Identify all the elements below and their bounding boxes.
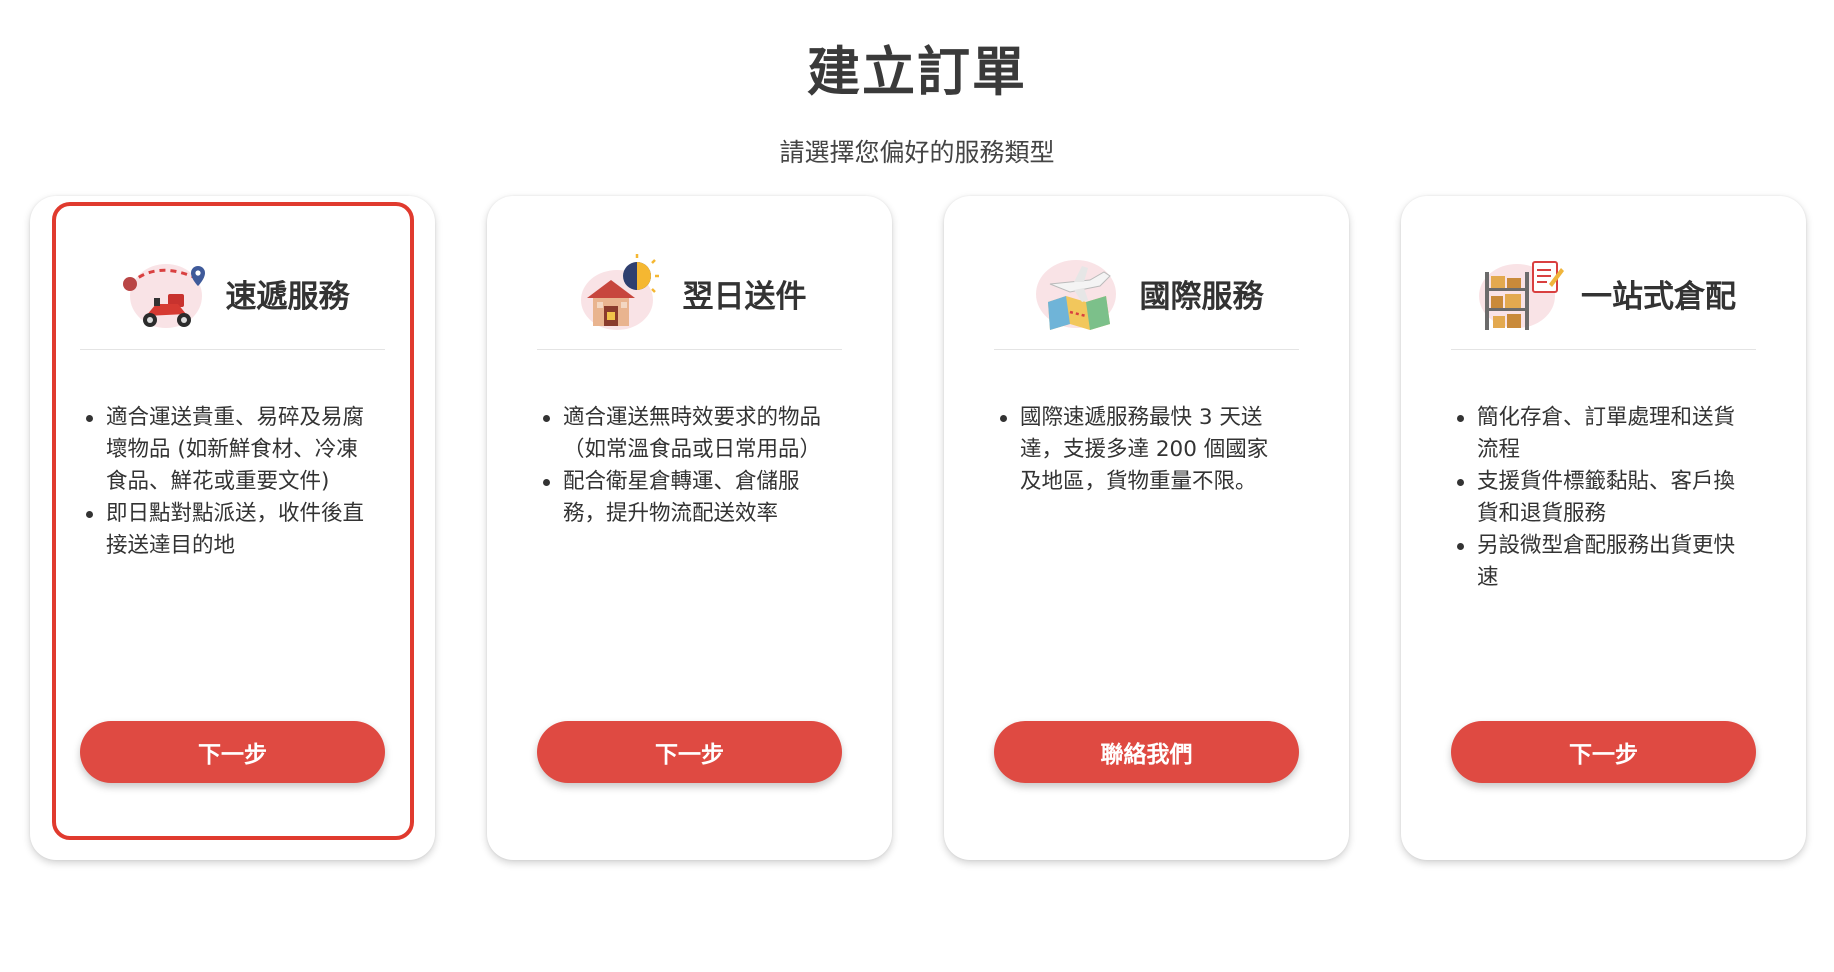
card-header: 國際服務 bbox=[994, 238, 1299, 350]
list-item: 適合運送貴重、易碎及易腐壞物品 (如新鮮食材、冷凍食品、鮮花或重要文件) bbox=[82, 402, 372, 498]
list-item: 國際速遞服務最快 3 天送達，支援多達 200 個國家及地區，貨物重量不限。 bbox=[996, 402, 1286, 498]
next-step-button[interactable]: 下一步 bbox=[537, 721, 842, 783]
next-step-button[interactable]: 下一步 bbox=[1451, 721, 1756, 783]
motorcycle-delivery-icon bbox=[116, 254, 212, 334]
feature-list: 適合運送無時效要求的物品（如常溫食品或日常用品） 配合衛星倉轉運、倉儲服務，提升… bbox=[539, 402, 829, 530]
list-item: 另設微型倉配服務出貨更快速 bbox=[1453, 530, 1743, 594]
list-item: 支援貨件標籤黏貼、客戶換貨和退貨服務 bbox=[1453, 466, 1743, 530]
next-day-house-icon bbox=[573, 253, 669, 334]
card-title: 翌日送件 bbox=[682, 279, 807, 315]
card-title: 一站式倉配 bbox=[1581, 279, 1736, 315]
create-order-page: 建立訂單 請選擇您偏好的服務類型 速遞服務 適合運送貴重、易碎及易腐壞物品 (如… bbox=[0, 0, 1834, 972]
next-step-button[interactable]: 下一步 bbox=[80, 721, 385, 783]
list-item: 配合衛星倉轉運、倉儲服務，提升物流配送效率 bbox=[539, 466, 829, 530]
card-header: 速遞服務 bbox=[80, 238, 385, 350]
service-card-international[interactable]: 國際服務 國際速遞服務最快 3 天送達，支援多達 200 個國家及地區，貨物重量… bbox=[944, 196, 1349, 860]
service-card-next-day[interactable]: 翌日送件 適合運送無時效要求的物品（如常溫食品或日常用品） 配合衛星倉轉運、倉儲… bbox=[487, 196, 892, 860]
feature-list: 國際速遞服務最快 3 天送達，支援多達 200 個國家及地區，貨物重量不限。 bbox=[996, 402, 1286, 498]
feature-list: 簡化存倉、訂單處理和送貨流程 支援貨件標籤黏貼、客戶換貨和退貨服務 另設微型倉配… bbox=[1453, 402, 1743, 594]
contact-us-button[interactable]: 聯絡我們 bbox=[994, 721, 1299, 783]
card-title: 國際服務 bbox=[1139, 279, 1264, 315]
list-item: 簡化存倉、訂單處理和送貨流程 bbox=[1453, 402, 1743, 466]
warehouse-shelf-icon bbox=[1471, 254, 1567, 334]
list-item: 即日點對點派送，收件後直接送達目的地 bbox=[82, 498, 372, 562]
service-card-warehouse[interactable]: 一站式倉配 簡化存倉、訂單處理和送貨流程 支援貨件標籤黏貼、客戶換貨和退貨服務 … bbox=[1401, 196, 1806, 860]
page-subtitle: 請選擇您偏好的服務類型 bbox=[779, 138, 1055, 167]
page-title: 建立訂單 bbox=[807, 42, 1027, 103]
card-header: 一站式倉配 bbox=[1451, 238, 1756, 350]
list-item: 適合運送無時效要求的物品（如常溫食品或日常用品） bbox=[539, 402, 829, 466]
card-title: 速遞服務 bbox=[225, 279, 350, 315]
card-header: 翌日送件 bbox=[537, 238, 842, 350]
feature-list: 適合運送貴重、易碎及易腐壞物品 (如新鮮食材、冷凍食品、鮮花或重要文件) 即日點… bbox=[82, 402, 372, 562]
international-map-plane-icon bbox=[1030, 254, 1126, 334]
service-card-express[interactable]: 速遞服務 適合運送貴重、易碎及易腐壞物品 (如新鮮食材、冷凍食品、鮮花或重要文件… bbox=[30, 196, 435, 860]
